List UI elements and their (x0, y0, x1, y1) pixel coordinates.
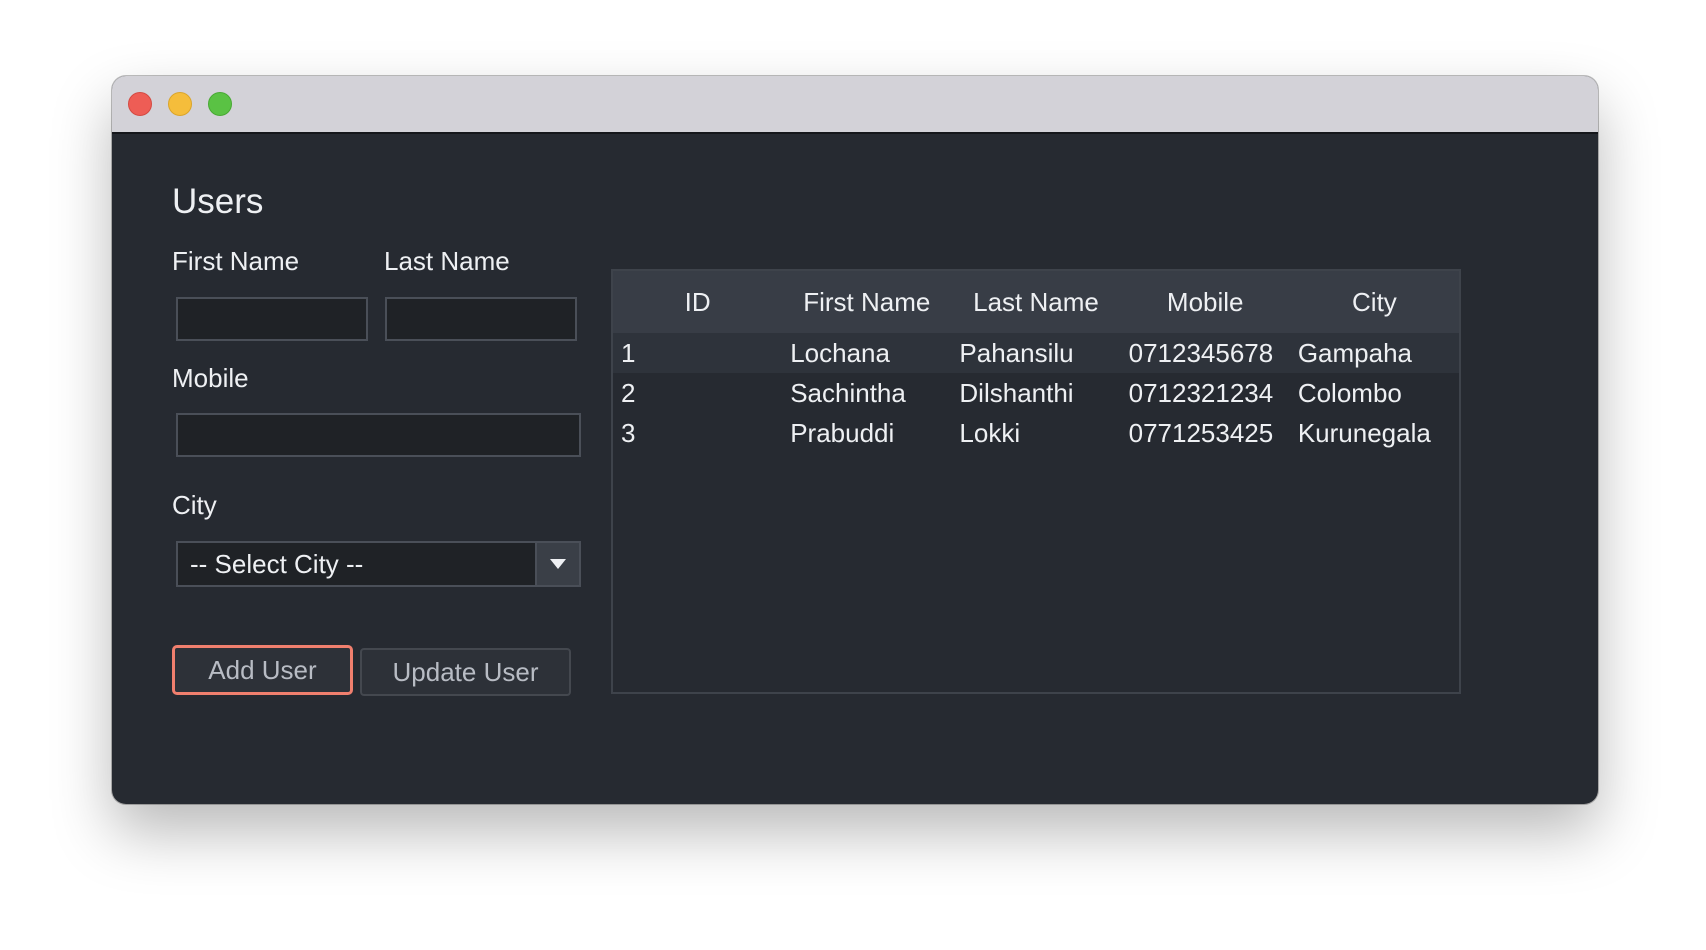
last-name-label: Last Name (384, 246, 510, 276)
cell-mobile: 0712345678 (1128, 337, 1274, 368)
cell-mobile: 0712321234 (1128, 377, 1274, 408)
cell-city: Kurunegala (1297, 417, 1431, 448)
app-window: Users First Name Last Name Mobile City -… (112, 76, 1598, 804)
users-table[interactable]: ID First Name Last Name Mobile City 1 Lo… (611, 269, 1461, 694)
city-select-value: -- Select City -- (190, 548, 364, 579)
cell-first-name: Prabuddi (790, 417, 895, 448)
first-name-label: First Name (172, 246, 300, 276)
column-header-city[interactable]: City (1290, 271, 1459, 333)
cell-city: Gampaha (1297, 337, 1412, 368)
cell-last-name: Pahansilu (959, 337, 1074, 368)
update-user-button[interactable]: Update User (360, 648, 571, 696)
city-label: City (172, 490, 217, 520)
cell-mobile: 0771253425 (1128, 417, 1274, 448)
minimize-window-button[interactable] (168, 92, 192, 116)
column-header-last-name[interactable]: Last Name (951, 271, 1120, 333)
add-user-button[interactable]: Add User (172, 645, 353, 695)
cell-first-name: Lochana (790, 337, 890, 368)
cell-id: 1 (621, 337, 636, 368)
table-row[interactable]: 1 Lochana Pahansilu 0712345678 Gampaha (613, 333, 1459, 373)
city-select[interactable]: -- Select City -- (176, 541, 581, 587)
mobile-input[interactable] (176, 413, 581, 457)
column-header-id[interactable]: ID (613, 271, 782, 333)
last-name-input[interactable] (385, 297, 577, 341)
first-name-input[interactable] (176, 297, 368, 341)
table-row[interactable]: 3 Prabuddi Lokki 0771253425 Kurunegala (613, 413, 1459, 453)
table-row[interactable]: 2 Sachintha Dilshanthi 0712321234 Colomb… (613, 373, 1459, 413)
cell-city: Colombo (1297, 377, 1402, 408)
cell-last-name: Dilshanthi (959, 377, 1074, 408)
cell-id: 2 (621, 377, 636, 408)
cell-id: 3 (621, 417, 636, 448)
column-header-mobile[interactable]: Mobile (1121, 271, 1290, 333)
table-header: ID First Name Last Name Mobile City (613, 271, 1459, 333)
cell-last-name: Lokki (959, 417, 1021, 448)
cell-first-name: Sachintha (790, 377, 906, 408)
chevron-down-icon[interactable] (535, 543, 579, 585)
title-bar (112, 76, 1598, 134)
maximize-window-button[interactable] (208, 92, 232, 116)
close-window-button[interactable] (128, 92, 152, 116)
page-title: Users (172, 182, 264, 221)
main-content: Users First Name Last Name Mobile City -… (112, 134, 1598, 804)
mobile-label: Mobile (172, 363, 249, 393)
column-header-first-name[interactable]: First Name (782, 271, 951, 333)
